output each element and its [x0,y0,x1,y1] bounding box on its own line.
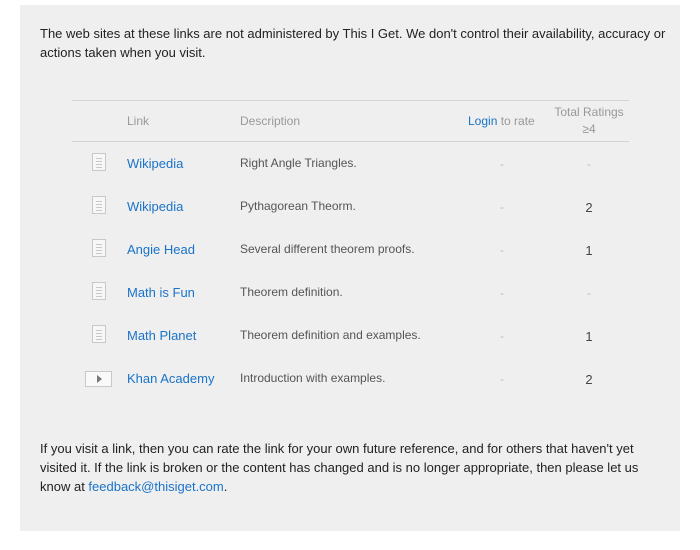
total-ratings-label: Total Ratings [554,105,624,119]
header-total-ratings: Total Ratings ≥4 [544,104,634,138]
resource-link[interactable]: Math Planet [127,328,196,343]
user-rating: - [500,329,504,343]
table-row: Khan Academy Introduction with examples.… [72,357,629,400]
table-row: Wikipedia Pythagorean Theorm. - 2 [72,185,629,228]
resource-link[interactable]: Wikipedia [127,199,183,214]
resource-description: Several different theorem proofs. [240,242,415,256]
table-row: Wikipedia Right Angle Triangles. - - [72,142,629,185]
total-ratings: 1 [585,329,593,344]
header-description: Description [240,114,301,128]
table-row: Math is Fun Theorem definition. - - [72,271,629,314]
header-link: Link [127,114,150,128]
login-link[interactable]: Login [468,114,497,128]
resource-link[interactable]: Khan Academy [127,371,214,386]
rating-info-text: If you visit a link, then you can rate t… [40,439,666,496]
total-ratings-threshold: ≥4 [582,122,596,136]
to-rate-label: to rate [497,114,535,128]
feedback-email-link[interactable]: feedback@thisiget.com [88,479,223,494]
total-ratings: - [587,286,591,300]
user-rating: - [500,157,504,171]
links-table: Link Description Login to rate Total Rat… [72,100,629,400]
user-rating: - [500,286,504,300]
document-icon [92,196,106,214]
document-icon [92,325,106,343]
table-header: Link Description Login to rate Total Rat… [72,100,629,142]
total-ratings: 2 [585,372,593,387]
resource-link[interactable]: Math is Fun [127,285,195,300]
disclaimer-text: The web sites at these links are not adm… [40,26,666,60]
resource-description: Theorem definition. [240,285,343,299]
rating-info-end: . [223,479,228,494]
resource-description: Introduction with examples. [240,371,386,385]
total-ratings: 1 [585,243,593,258]
resource-description: Theorem definition and examples. [240,328,421,342]
user-rating: - [500,243,504,257]
total-ratings: - [587,157,591,171]
table-row: Math Planet Theorem definition and examp… [72,314,629,357]
user-rating: - [500,372,504,386]
links-panel: The web sites at these links are not adm… [20,5,680,531]
document-icon [92,282,106,300]
resource-link[interactable]: Angie Head [127,242,195,257]
resource-description: Pythagorean Theorm. [240,199,356,213]
video-play-icon [85,371,112,387]
header-rate: Login to rate [468,114,535,128]
table-row: Angie Head Several different theorem pro… [72,228,629,271]
resource-description: Right Angle Triangles. [240,156,357,170]
document-icon [92,153,106,171]
user-rating: - [500,200,504,214]
total-ratings: 2 [585,200,593,215]
document-icon [92,239,106,257]
resource-link[interactable]: Wikipedia [127,156,183,171]
